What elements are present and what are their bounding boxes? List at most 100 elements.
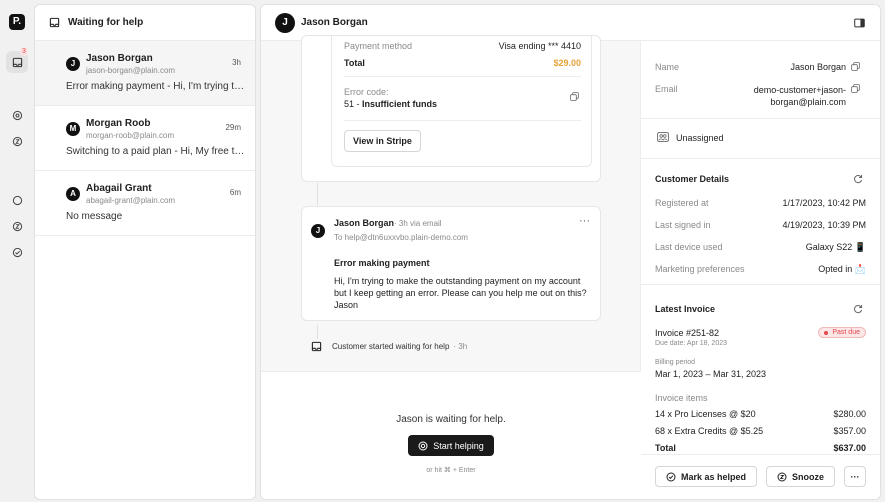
error-code-number: 51 - <box>344 99 363 109</box>
marketing-value: Opted in 📩 <box>818 264 866 274</box>
customer-details-section: Customer Details Registered at 1/17/2023… <box>641 159 880 285</box>
refresh-icon[interactable] <box>853 304 863 314</box>
last-signed-label: Last signed in <box>655 220 711 230</box>
customer-sidebar: Name Jason Borgan Email demo-customer+ja… <box>641 41 880 499</box>
compose-footer: Jason is waiting for help. Start helping… <box>261 371 641 499</box>
avatar: J <box>275 13 295 33</box>
more-actions-button[interactable]: ··· <box>844 466 866 487</box>
error-code-value: 51 - Insufficient funds <box>344 99 437 109</box>
divider <box>344 120 581 121</box>
mark-as-helped-label: Mark as helped <box>680 471 747 482</box>
invoice-total-label: Total <box>655 443 676 453</box>
start-helping-button[interactable]: Start helping <box>408 435 494 456</box>
customer-name: Abagail Grant <box>86 183 152 194</box>
toggle-sidebar-button[interactable] <box>848 13 870 33</box>
payment-method-value: Visa ending *** 4410 <box>498 41 581 51</box>
invoice-item-label: 68 x Extra Credits @ $5.25 <box>655 426 764 436</box>
device-label: Last device used <box>655 242 723 252</box>
customer-details-title: Customer Details <box>655 174 730 184</box>
copy-icon[interactable] <box>851 84 860 93</box>
payment-method-label: Payment method <box>344 41 413 51</box>
view-in-stripe-button[interactable]: View in Stripe <box>344 130 421 152</box>
snooze-icon <box>12 136 22 146</box>
nav-inbox[interactable]: 3 <box>6 47 28 73</box>
customer-name: Morgan Roob <box>86 118 151 129</box>
assignee-section[interactable]: Unassigned <box>641 119 880 159</box>
nav-target[interactable] <box>6 104 28 126</box>
name-value: Jason Borgan <box>790 62 846 72</box>
check-circle-icon <box>12 247 22 257</box>
registered-value: 1/17/2023, 10:42 PM <box>782 198 866 208</box>
inbox-icon <box>49 17 60 28</box>
conversation-item[interactable]: J Jason Borgan jason-borgan@plain.com 3h… <box>35 41 255 106</box>
nav-snoozed[interactable] <box>6 130 28 152</box>
keyboard-hint: or hit ⌘ + Enter <box>426 467 476 474</box>
copy-icon[interactable] <box>851 62 860 71</box>
customer-email: morgan-roob@plain.com <box>86 131 175 140</box>
payment-total-value: $29.00 <box>553 58 581 68</box>
event-text: Customer started waiting for help <box>332 342 450 351</box>
email-value: demo-customer+jason-borgan@plain.com <box>754 84 846 108</box>
nav-snoozed-2[interactable] <box>6 215 28 237</box>
invoice-due-date: Due date: Apr 18, 2023 <box>655 340 727 347</box>
invoice-item-value: $357.00 <box>833 426 866 436</box>
divider <box>344 76 581 77</box>
snooze-icon <box>777 472 787 481</box>
last-signed-value: 4/19/2023, 10:39 PM <box>782 220 866 230</box>
nav-done[interactable] <box>6 241 28 263</box>
lifebuoy-icon <box>418 441 428 450</box>
mark-as-helped-button[interactable]: Mark as helped <box>655 466 757 487</box>
app-logo: P. <box>9 14 25 30</box>
customer-info-section: Name Jason Borgan Email demo-customer+ja… <box>641 41 880 119</box>
message-preview: Switching to a paid plan - Hi, My free t… <box>66 146 246 157</box>
conversation-title: Jason Borgan <box>301 17 368 28</box>
payment-event-card: Payment method Visa ending *** 4410 Tota… <box>301 35 601 182</box>
nav-todo[interactable] <box>6 189 28 211</box>
refresh-icon[interactable] <box>853 174 863 184</box>
conversation-list-panel: Waiting for help J Jason Borgan jason-bo… <box>34 4 256 500</box>
waiting-message: Jason is waiting for help. <box>396 414 506 425</box>
inbox-count-badge: 3 <box>20 47 28 56</box>
sidebar-icon <box>853 18 865 28</box>
conversation-item[interactable]: M Morgan Roob morgan-roob@plain.com 29m … <box>35 106 255 171</box>
email-value-line: demo-customer+jason- <box>753 85 846 95</box>
timeline-connector <box>317 183 318 205</box>
message-preview: Error making payment - Hi, I'm trying to… <box>66 81 246 92</box>
avatar: M <box>66 122 80 136</box>
email-body: Hi, I'm trying to make the outstanding p… <box>334 276 587 310</box>
snooze-icon <box>12 221 22 231</box>
inbox-icon <box>12 57 22 67</box>
name-label: Name <box>655 62 680 72</box>
avatar: A <box>66 187 80 201</box>
payment-total-label: Total <box>344 58 365 68</box>
snooze-button[interactable]: Snooze <box>766 466 835 487</box>
customer-email: abagail-grant@plain.com <box>86 196 176 205</box>
action-bar: Mark as helped Snooze ··· <box>641 454 880 499</box>
avatar: J <box>66 57 80 71</box>
check-circle-icon <box>666 472 676 481</box>
customer-email: jason-borgan@plain.com <box>86 66 176 75</box>
customer-name: Jason Borgan <box>86 53 153 64</box>
invoice-item-label: 14 x Pro Licenses @ $20 <box>655 409 756 419</box>
conversation-time: 3h <box>232 58 241 67</box>
conversation-item[interactable]: A Abagail Grant abagail-grant@plain.com … <box>35 171 255 236</box>
email-message-card: J Jason Borgan · 3h via email To help@dt… <box>301 206 601 321</box>
invoice-number: Invoice #251-82 <box>655 328 720 338</box>
email-meta: · 3h via email <box>394 219 442 228</box>
status-badge-label: Past due <box>832 329 860 336</box>
device-value: Galaxy S22 📱 <box>805 242 866 252</box>
start-helping-label: Start helping <box>433 440 484 451</box>
copy-icon[interactable] <box>570 92 579 101</box>
registered-label: Registered at <box>655 198 709 208</box>
inbox-icon <box>311 341 322 352</box>
conversation-panel: J Jason Borgan Payment method Visa endin… <box>260 4 881 500</box>
nav-rail: P. 3 <box>0 0 34 502</box>
more-options-icon[interactable]: ··· <box>579 215 590 227</box>
payment-details: Payment method Visa ending *** 4410 Tota… <box>331 36 592 167</box>
invoice-total-value: $637.00 <box>833 443 866 453</box>
invoice-item-value: $280.00 <box>833 409 866 419</box>
email-value-line: borgan@plain.com <box>770 97 846 107</box>
status-badge: Past due <box>818 327 866 338</box>
email-recipient: To help@dtn6uxxvbo.plain-demo.com <box>334 233 468 242</box>
timeline-event: Customer started waiting for help · 3h <box>311 341 467 352</box>
